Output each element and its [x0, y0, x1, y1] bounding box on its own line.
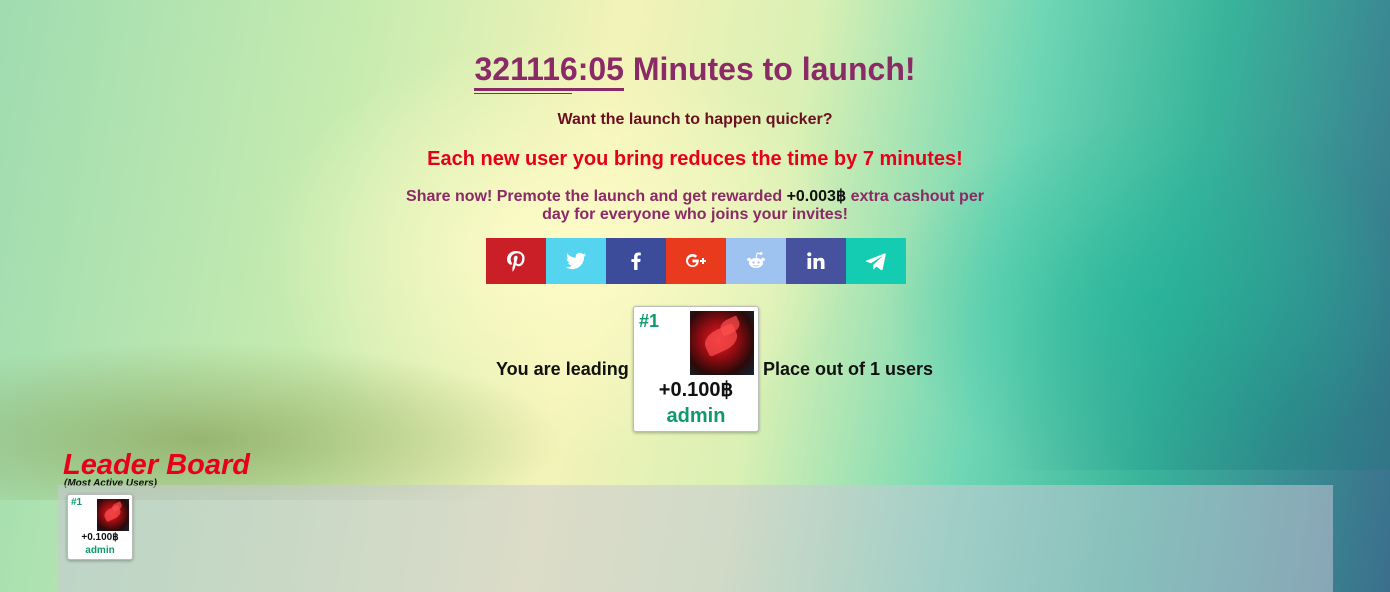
user-avatar	[690, 311, 754, 375]
twitter-icon	[566, 252, 586, 270]
pinterest-icon	[507, 251, 525, 272]
reward-amount: +0.100฿	[658, 379, 734, 401]
leading-position-row: You are leading #1 +0.100฿ admin Place o…	[0, 306, 1390, 432]
facebook-icon	[631, 252, 641, 270]
share-reward-amount: +0.003฿	[786, 188, 847, 205]
twitter-share-button[interactable]	[546, 238, 606, 284]
google-plus-share-button[interactable]	[666, 238, 726, 284]
facebook-share-button[interactable]	[606, 238, 666, 284]
username-label: admin	[666, 405, 726, 427]
leading-prefix: You are leading	[496, 359, 629, 379]
share-text-before: Share now! Premote the launch and get re…	[406, 188, 787, 205]
countdown-timer: 321116:05	[474, 50, 624, 94]
telegram-icon	[865, 253, 886, 271]
username-label: admin	[85, 545, 115, 556]
launch-prompt: Want the launch to happen quicker?	[557, 111, 833, 128]
pinterest-share-button[interactable]	[486, 238, 546, 284]
share-text: Share now! Premote the launch and get re…	[395, 188, 995, 224]
reduce-time-text: Each new user you bring reduces the time…	[427, 148, 963, 170]
rank-label: #1	[71, 497, 83, 508]
leaderboard-panel: #1 +0.100฿ admin	[58, 485, 1333, 592]
leaderboard-entry[interactable]: #1 +0.100฿ admin	[67, 494, 133, 560]
google-plus-icon	[686, 254, 706, 267]
reward-amount: +0.100฿	[81, 532, 119, 543]
reddit-icon	[747, 252, 765, 268]
countdown-suffix: Minutes to launch!	[623, 51, 916, 87]
telegram-share-button[interactable]	[846, 238, 906, 284]
user-avatar	[97, 499, 129, 531]
reddit-share-button[interactable]	[726, 238, 786, 284]
social-share-bar	[486, 238, 906, 284]
leading-suffix: Place out of 1 users	[763, 359, 934, 379]
linkedin-share-button[interactable]	[786, 238, 846, 284]
leading-user-card[interactable]: #1 +0.100฿ admin	[633, 306, 759, 432]
countdown-heading: 321116:05 Minutes to launch!	[0, 50, 1390, 94]
linkedin-icon	[807, 252, 825, 269]
rank-label: #1	[639, 311, 660, 331]
